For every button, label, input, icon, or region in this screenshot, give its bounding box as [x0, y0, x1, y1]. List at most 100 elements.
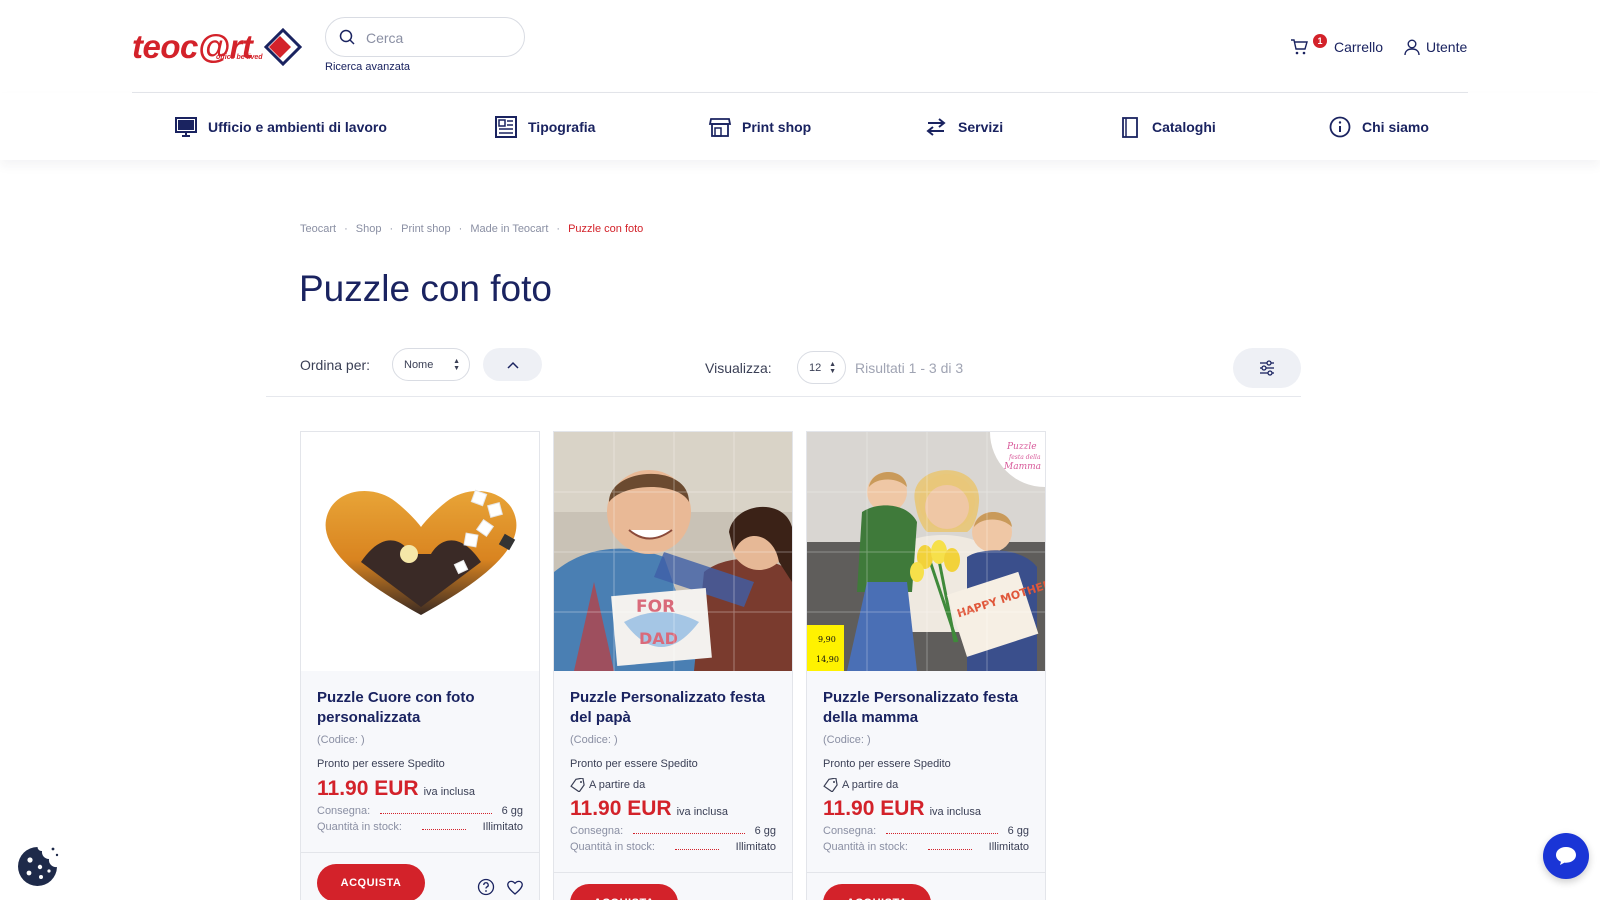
user-button[interactable]: Utente	[1404, 36, 1467, 58]
results-count: Risultati 1 - 3 di 3	[855, 360, 964, 376]
user-label: Utente	[1426, 39, 1468, 55]
starting-from-label: A partire da	[842, 779, 899, 791]
price-amount: 11.90 EUR	[823, 797, 925, 820]
sort-select-value: Nome	[404, 358, 434, 371]
vat-label: iva inclusa	[676, 806, 728, 818]
fathers-day-puzzle-image: FOR DAD	[554, 432, 792, 671]
stock-value: Illimitato	[482, 821, 523, 833]
product-card[interactable]: Puzzle Cuore con foto personalizzata (Co…	[300, 431, 540, 900]
nav-item-chi-siamo[interactable]: Chi siamo	[1328, 115, 1429, 139]
stock-label: Quantità in stock:	[570, 841, 655, 853]
product-image[interactable]	[301, 432, 539, 671]
vat-label: iva inclusa	[423, 786, 475, 798]
view-label: Visualizza:	[705, 360, 772, 376]
sort-direction-button[interactable]	[483, 348, 542, 381]
select-arrows-icon: ▲ ▼	[453, 358, 460, 372]
delivery-row: Consegna: 6 gg	[317, 805, 523, 817]
image-badge-text-1: Puzzle	[1006, 442, 1037, 452]
product-name[interactable]: Puzzle Cuore con foto personalizzata	[317, 688, 527, 728]
image-badge-text-2: festa della	[1008, 454, 1041, 461]
stock-row: Quantità in stock: Illimitato	[823, 841, 1029, 853]
nav-label: Print shop	[742, 119, 812, 135]
product-card[interactable]: FOR DAD Puzzle Personalizzato festa del …	[553, 431, 793, 900]
page-title: Puzzle con foto	[299, 268, 552, 309]
stock-row: Quantità in stock: Illimitato	[317, 821, 523, 833]
shipping-status: Pronto per essere Spedito	[570, 758, 698, 770]
product-name[interactable]: Puzzle Personalizzato festa della mamma	[823, 688, 1033, 728]
product-image[interactable]: HAPPY MOTHER'S DAY Puzzle festa della Ma…	[807, 432, 1045, 671]
product-code: (Codice: )	[317, 734, 365, 746]
breadcrumb-print-shop[interactable]: Print shop	[401, 223, 451, 235]
toolbar-divider	[266, 396, 1301, 397]
breadcrumb-made-in-teocart[interactable]: Made in Teocart	[470, 223, 548, 235]
mothers-day-puzzle-image: HAPPY MOTHER'S DAY Puzzle festa della Ma…	[807, 432, 1045, 671]
nav-label: Servizi	[958, 119, 1004, 135]
product-name[interactable]: Puzzle Personalizzato festa del papà	[570, 688, 780, 728]
heart-puzzle-image	[325, 489, 517, 615]
site-header: teoc@rt office be lived Ricerca avanzata…	[0, 0, 1600, 93]
delivery-label: Consegna:	[317, 805, 371, 817]
price-tag-icon	[570, 778, 585, 792]
logo-tagline: office be lived	[216, 54, 263, 61]
vat-label: iva inclusa	[929, 806, 981, 818]
buy-button[interactable]: ACQUISTA	[823, 884, 931, 900]
buy-button[interactable]: ACQUISTA	[317, 864, 425, 900]
card-divider	[807, 872, 1045, 873]
cookie-settings-button[interactable]	[16, 845, 59, 888]
delivery-value: 6 gg	[754, 825, 776, 837]
breadcrumb-separator: ·	[458, 223, 463, 235]
nav-label: Cataloghi	[1152, 119, 1216, 135]
nav-label: Tipografia	[528, 119, 596, 135]
sort-select[interactable]: Nome ▲ ▼	[392, 348, 470, 381]
buy-button[interactable]: ACQUISTA	[570, 884, 678, 900]
product-image[interactable]: FOR DAD	[554, 432, 792, 671]
breadcrumb-teocart[interactable]: Teocart	[300, 223, 336, 235]
search-icon	[339, 29, 355, 45]
search-input[interactable]	[366, 26, 516, 50]
card-divider	[301, 852, 539, 853]
starting-from: A partire da	[823, 778, 898, 792]
dotted-leader	[380, 808, 492, 814]
product-price: 11.90 EUR iva inclusa	[317, 777, 475, 801]
wishlist-heart-icon[interactable]	[506, 878, 524, 896]
filter-button[interactable]	[1233, 348, 1301, 388]
nav-item-ufficio[interactable]: Ufficio e ambienti di lavoro	[174, 115, 387, 139]
search-box[interactable]	[325, 17, 525, 57]
info-icon	[1329, 116, 1351, 138]
card-divider	[554, 872, 792, 873]
product-card[interactable]: HAPPY MOTHER'S DAY Puzzle festa della Ma…	[806, 431, 1046, 900]
category-nav: Ufficio e ambienti di lavoro Tipografia …	[0, 93, 1600, 160]
per-page-value: 12	[809, 361, 822, 374]
nav-item-cataloghi[interactable]: Cataloghi	[1118, 115, 1216, 139]
nav-item-tipografia[interactable]: Tipografia	[494, 115, 595, 139]
select-arrows-icon: ▲ ▼	[829, 361, 836, 375]
delivery-value: 6 gg	[501, 805, 523, 817]
nav-item-print-shop[interactable]: Print shop	[708, 115, 811, 139]
breadcrumb: Teocart · Shop · Print shop · Made in Te…	[300, 223, 643, 235]
breadcrumb-shop[interactable]: Shop	[356, 223, 382, 235]
nav-label: Ufficio e ambienti di lavoro	[208, 119, 387, 135]
nav-label: Chi siamo	[1362, 119, 1429, 135]
newspaper-icon	[495, 116, 517, 138]
advanced-search-link[interactable]: Ricerca avanzata	[325, 61, 410, 73]
nav-item-servizi[interactable]: Servizi	[924, 115, 1003, 139]
cart-button[interactable]: Carrello	[1290, 36, 1383, 58]
product-price: 11.90 EUR iva inclusa	[570, 797, 728, 821]
price-amount: 11.90 EUR	[317, 777, 419, 800]
dotted-leader	[675, 844, 719, 850]
cart-icon	[1291, 39, 1308, 55]
breadcrumb-separator: ·	[389, 223, 394, 235]
chat-bubble-icon	[1556, 847, 1576, 865]
price-amount: 11.90 EUR	[570, 797, 672, 820]
cart-count-badge: 1	[1313, 34, 1327, 48]
breadcrumb-current: Puzzle con foto	[568, 223, 644, 235]
chat-button[interactable]	[1543, 833, 1589, 879]
cart-label: Carrello	[1334, 39, 1384, 55]
delivery-label: Consegna:	[570, 825, 624, 837]
monitor-icon	[175, 117, 197, 137]
teocart-logo[interactable]: teoc@rt office be lived	[132, 24, 302, 70]
cookie-icon	[18, 847, 59, 886]
help-icon[interactable]	[477, 878, 495, 896]
per-page-select[interactable]: 12 ▲ ▼	[797, 351, 846, 384]
chevron-up-icon	[506, 361, 519, 369]
